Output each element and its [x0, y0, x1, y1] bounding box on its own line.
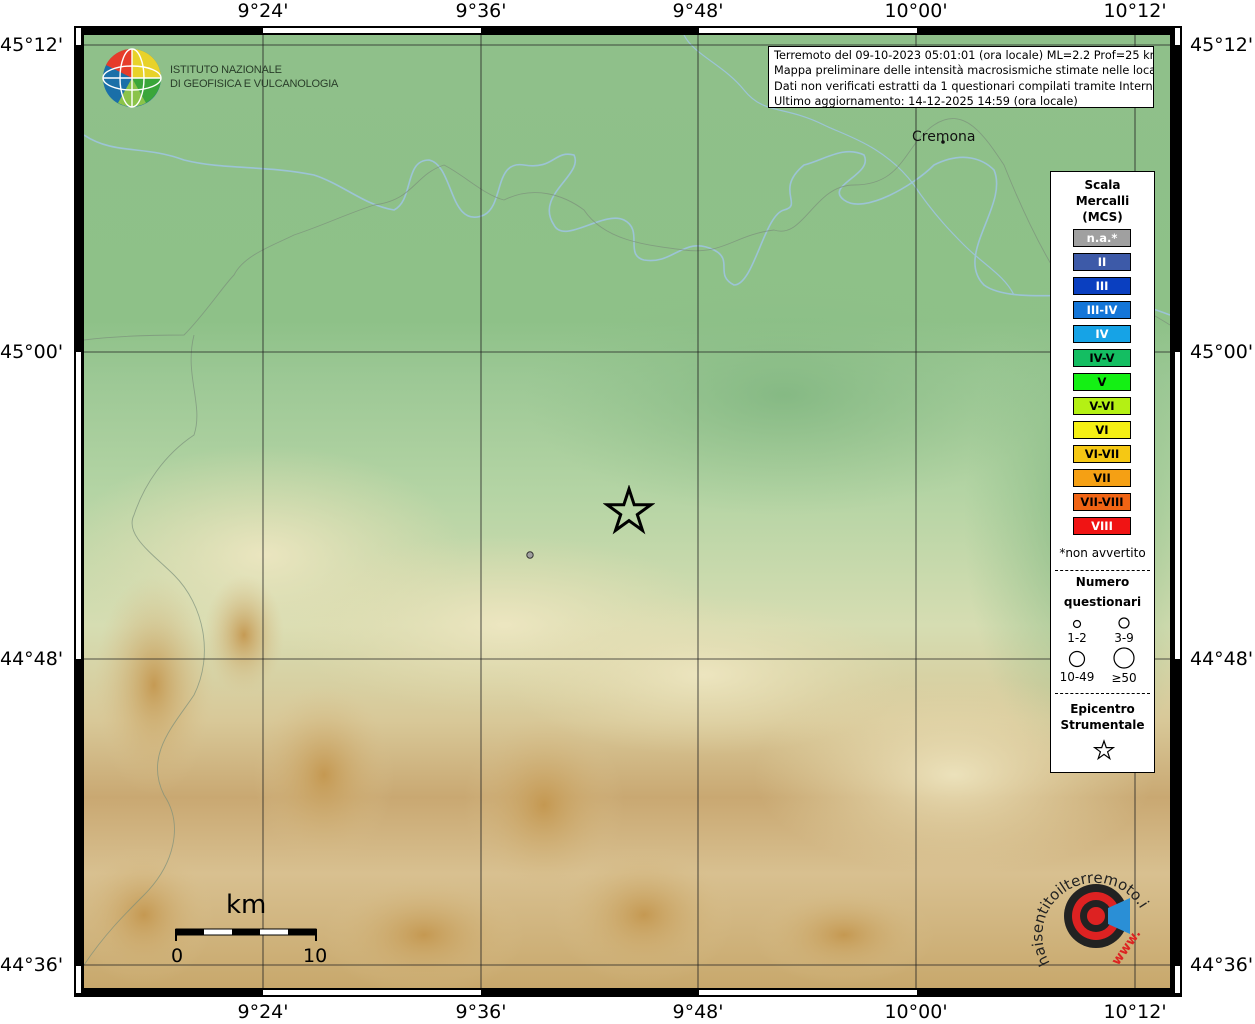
lat-tick-right-4: 44°36': [1190, 954, 1254, 976]
intensity-swatch: VII-VIII: [1073, 493, 1131, 511]
logo-line-1: ISTITUTO NAZIONALE: [170, 64, 282, 76]
lon-tick-top-1: 9°24': [237, 0, 289, 22]
intensity-swatch: IV-V: [1073, 349, 1131, 367]
lat-tick-right-1: 45°12': [1190, 34, 1254, 56]
lon-tick-top-3: 9°48': [672, 0, 724, 22]
hai-sentito-logo-icon: haisentitoilterremoto.it www.: [1030, 858, 1153, 969]
lon-tick-bottom-2: 9°36': [455, 1001, 507, 1023]
count-symbol-large: [1068, 650, 1086, 668]
intensity-swatch: VI-VII: [1073, 445, 1131, 463]
intensity-swatch: III: [1073, 277, 1131, 295]
intensity-swatch: VI: [1073, 421, 1131, 439]
legend-scale-title-1: Scala: [1084, 178, 1121, 192]
legend-divider-2: [1055, 693, 1150, 694]
legend-not-felt-note: *non avvertito: [1059, 546, 1146, 560]
event-info-line-4: Ultimo aggiornamento: 14-12-2025 14:59 (…: [774, 94, 1078, 108]
intensity-swatch: VII: [1073, 469, 1131, 487]
count-symbol-xlarge: [1113, 647, 1135, 669]
lon-tick-bottom-5: 10°12': [1103, 1001, 1167, 1023]
lon-tick-bottom-3: 9°48': [672, 1001, 724, 1023]
legend-star-icon: [1093, 739, 1115, 761]
scale-bar-min: 0: [171, 945, 184, 967]
intensity-swatch: V-VI: [1073, 397, 1131, 415]
event-info-box: Terremoto del 09-10-2023 05:01:01 (ora l…: [768, 46, 1154, 108]
lat-tick-right-2: 45°00': [1190, 341, 1254, 363]
intensity-swatch: IV: [1073, 325, 1131, 343]
ingv-globe-icon: [102, 48, 162, 108]
count-symbol-small: [1072, 619, 1082, 629]
intensity-swatch: II: [1073, 253, 1131, 271]
lat-tick-left-2: 45°00': [0, 341, 64, 363]
count-symbol-medium: [1118, 617, 1130, 629]
lat-tick-left-1: 45°12': [0, 34, 64, 56]
logo-line-2: DI GEOFISICA E VULCANOLOGIA: [170, 78, 339, 90]
count-class-4: ≥50: [1111, 671, 1137, 685]
city-label-cremona: Cremona: [912, 129, 976, 145]
lon-tick-top-2: 9°36': [455, 0, 507, 22]
scale-bar-max: 10: [303, 945, 328, 967]
legend-panel: Scala Mercalli (MCS) n.a.* II III III-IV IV I…: [1050, 171, 1155, 773]
count-class-3: 10-49: [1059, 670, 1095, 684]
lat-tick-right-3: 44°48': [1190, 648, 1254, 670]
count-class-2: 3-9: [1114, 631, 1134, 645]
legend-divider-1: [1055, 570, 1150, 571]
scale-bar-unit: km: [226, 890, 267, 920]
legend-scale-title-3: (MCS): [1082, 210, 1123, 224]
count-class-1: 1-2: [1067, 631, 1087, 645]
lon-tick-top-4: 10°00': [884, 0, 948, 22]
event-info-line-1: Terremoto del 09-10-2023 05:01:01 (ora l…: [774, 49, 1154, 62]
legend-count-title-1: Numero: [1075, 575, 1130, 589]
event-info-line-2: Mappa preliminare delle intensità macros…: [774, 64, 1154, 78]
lon-tick-bottom-1: 9°24': [237, 1001, 289, 1023]
epicenter-star-icon[interactable]: [603, 485, 655, 535]
event-info-line-3: Dati non verificati estratti da 1 questi…: [774, 79, 1154, 93]
intensity-swatch: V: [1073, 373, 1131, 391]
lon-tick-bottom-4: 10°00': [884, 1001, 948, 1023]
legend-epicenter-title-1: Epicentro: [1070, 702, 1135, 716]
legend-count-title-2: questionari: [1063, 595, 1142, 609]
intensity-swatch: III-IV: [1073, 301, 1131, 319]
intensity-swatch: n.a.*: [1073, 229, 1131, 247]
intensity-swatch: VIII: [1073, 517, 1131, 535]
scale-bar: [175, 928, 317, 941]
legend-scale-title-2: Mercalli: [1075, 194, 1130, 208]
observation-point[interactable]: [524, 549, 536, 561]
legend-epicenter-title-2: Strumentale: [1060, 718, 1145, 732]
lat-tick-left-4: 44°36': [0, 954, 64, 976]
map-area[interactable]: [84, 35, 1170, 988]
lon-tick-top-5: 10°12': [1103, 0, 1167, 22]
lat-tick-left-3: 44°48': [0, 648, 64, 670]
